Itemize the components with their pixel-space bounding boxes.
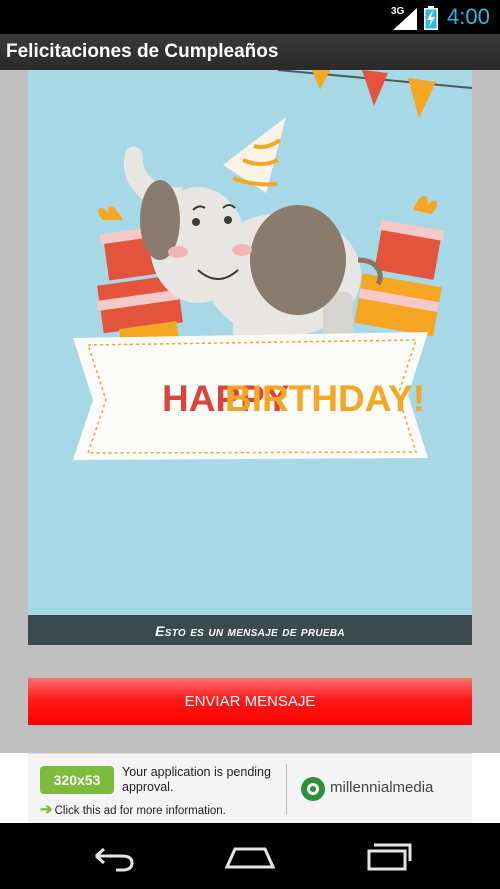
- app-title: Felicitaciones de Cumpleaños: [6, 41, 279, 62]
- millennialmedia-logo-icon: [301, 777, 325, 801]
- birthday-card: HAPPY BIRTHDAY! Esto es un mensaje de pr…: [28, 70, 472, 645]
- signal-icon: [393, 8, 417, 30]
- ad-banner[interactable]: 320x53 Your application is pending appro…: [28, 753, 472, 825]
- gift-right: [354, 195, 445, 337]
- arrow-right-icon: ➔: [40, 801, 53, 818]
- clock: 4:00: [447, 4, 490, 29]
- message-bar: Esto es un mensaje de prueba: [28, 615, 472, 645]
- ad-brand-name: millennialmedia: [330, 779, 434, 796]
- bunting-flag: [408, 78, 436, 118]
- battery-icon: [424, 6, 438, 30]
- home-icon[interactable]: [225, 839, 275, 873]
- app-title-bar: Felicitaciones de Cumpleaños: [0, 34, 500, 70]
- ad-click-text: Click this ad for more information.: [54, 805, 226, 817]
- card-message: Esto es un mensaje de prueba: [155, 623, 345, 639]
- back-icon[interactable]: [86, 839, 136, 873]
- ad-size-badge: 320x53: [40, 766, 114, 794]
- recent-apps-icon[interactable]: [364, 839, 414, 873]
- ad-click-hint: ➔ Click this ad for more information.: [40, 800, 226, 818]
- party-hat: [223, 117, 286, 193]
- ad-pending-text: Your application is pending approval.: [122, 765, 271, 794]
- ad-divider: [286, 764, 287, 814]
- status-bar: 3G 4:00: [0, 0, 500, 34]
- banner-text-birthday: BIRTHDAY!: [225, 378, 425, 419]
- send-message-button[interactable]: ENVIAR MENSAJE: [28, 678, 472, 725]
- birthday-illustration: HAPPY BIRTHDAY!: [73, 70, 472, 460]
- bunting-flag: [362, 70, 388, 106]
- navigation-bar: [0, 823, 500, 889]
- ad-area: 320x53 Your application is pending appro…: [0, 753, 500, 825]
- bunting-flag: [312, 70, 330, 90]
